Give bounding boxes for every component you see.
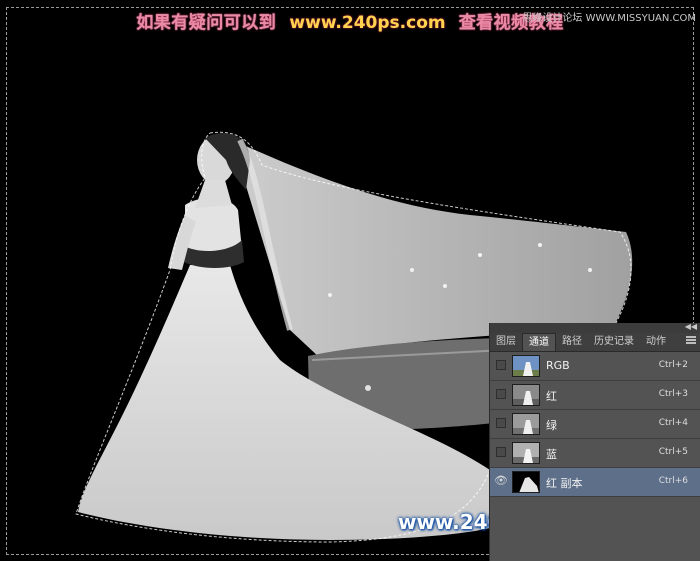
channel-thumbnail xyxy=(512,442,540,464)
panel-tabs: 图层 通道 路径 历史记录 动作 xyxy=(490,333,700,352)
channel-thumbnail xyxy=(512,471,540,493)
site-mark: 思缘设计论坛 WWW.MISSYUAN.COM xyxy=(522,13,696,24)
channel-thumbnail xyxy=(512,355,540,377)
channel-name: 红 xyxy=(546,390,557,403)
channel-row-blue[interactable]: 蓝 Ctrl+5 xyxy=(490,439,700,468)
tab-paths[interactable]: 路径 xyxy=(556,333,588,351)
visibility-toggle[interactable] xyxy=(496,418,506,428)
eye-icon[interactable]: 👁 xyxy=(494,474,508,488)
channel-shortcut: Ctrl+4 xyxy=(658,418,688,428)
tab-channels[interactable]: 通道 xyxy=(522,333,556,351)
channel-shortcut: Ctrl+6 xyxy=(658,476,688,486)
channel-row-rgb[interactable]: RGB Ctrl+2 xyxy=(490,352,700,381)
channel-name: 红 副本 xyxy=(546,477,583,490)
visibility-toggle[interactable] xyxy=(496,360,506,370)
visibility-toggle[interactable] xyxy=(496,447,506,457)
channel-name: 绿 xyxy=(546,419,557,432)
tab-history[interactable]: 历史记录 xyxy=(588,333,640,351)
watermark-text: 如果有疑问可以到 xyxy=(136,13,277,33)
channel-thumbnail xyxy=(512,413,540,435)
channel-shortcut: Ctrl+3 xyxy=(658,389,688,399)
channel-row-green[interactable]: 绿 Ctrl+4 xyxy=(490,410,700,439)
channel-name: RGB xyxy=(546,359,570,372)
channel-list: RGB Ctrl+2 红 Ctrl+3 绿 Ctrl+4 蓝 Ctrl+5 👁 … xyxy=(490,352,700,497)
channel-shortcut: Ctrl+5 xyxy=(658,447,688,457)
channel-row-red[interactable]: 红 Ctrl+3 xyxy=(490,381,700,410)
panel-menu-icon[interactable] xyxy=(686,336,696,346)
collapse-panel-icon[interactable]: ◀◀ xyxy=(685,322,697,331)
tab-actions[interactable]: 动作 xyxy=(640,333,672,351)
channel-name: 蓝 xyxy=(546,448,557,461)
panel-title-bar: ◀◀ xyxy=(490,322,700,333)
tab-layers[interactable]: 图层 xyxy=(490,333,522,351)
channels-panel: ◀◀ 图层 通道 路径 历史记录 动作 RGB Ctrl+2 红 Ctrl+3 xyxy=(489,322,700,561)
channel-shortcut: Ctrl+2 xyxy=(658,360,688,370)
channel-row-red-copy[interactable]: 👁 红 副本 Ctrl+6 xyxy=(490,468,700,497)
channel-thumbnail xyxy=(512,384,540,406)
watermark-url: www.240ps.com xyxy=(289,13,446,33)
visibility-toggle[interactable] xyxy=(496,389,506,399)
